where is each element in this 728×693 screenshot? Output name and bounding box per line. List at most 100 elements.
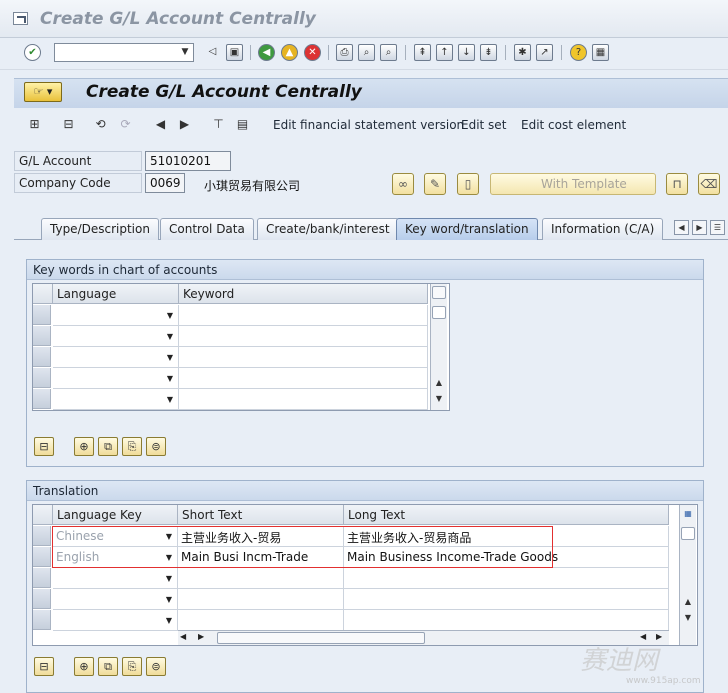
glasses-display-icon[interactable]: ∞ xyxy=(392,173,414,195)
row-selector[interactable] xyxy=(33,347,51,367)
save-icon[interactable]: ▣ xyxy=(226,44,243,61)
paste-row-icon[interactable]: ⎘ xyxy=(122,437,142,456)
create-shortcut-icon[interactable]: ↗ xyxy=(536,44,553,61)
language-cell[interactable] xyxy=(53,368,179,389)
tab-control-data[interactable]: Control Data xyxy=(160,218,254,240)
previous-page-icon[interactable]: ↑ xyxy=(436,44,453,61)
dropdown-arrow-icon[interactable]: ▼ xyxy=(164,616,174,626)
first-page-icon[interactable]: ⇞ xyxy=(414,44,431,61)
row-selector[interactable] xyxy=(33,326,51,346)
long-text-cell[interactable] xyxy=(344,568,669,589)
copy-row-icon[interactable]: ⧉ xyxy=(98,437,118,456)
vertical-scrollbar[interactable]: ▲ ▼ xyxy=(430,284,447,410)
tree-icon[interactable]: ⊟ xyxy=(60,116,77,133)
edit-cost-element-button[interactable]: Edit cost element xyxy=(521,118,626,132)
dropdown-arrow-icon[interactable]: ▼ xyxy=(164,574,174,584)
delete-row-icon[interactable]: ⊟ xyxy=(34,437,54,456)
next-page-icon[interactable]: ↓ xyxy=(458,44,475,61)
insert-row-icon[interactable]: ⊕ xyxy=(74,657,94,676)
row-selector[interactable] xyxy=(33,368,51,388)
copy-row-icon[interactable]: ⧉ xyxy=(98,657,118,676)
tab-list-icon[interactable]: ☰ xyxy=(710,220,725,235)
language-cell[interactable] xyxy=(53,305,179,326)
tab-scroll-left-icon[interactable]: ◀ xyxy=(674,220,689,235)
trash-icon[interactable]: ⌫ xyxy=(698,173,720,195)
dropdown-arrow-icon[interactable]: ▼ xyxy=(164,595,174,605)
paste-row-icon[interactable]: ⎘ xyxy=(122,657,142,676)
keyword-cell[interactable] xyxy=(179,347,428,368)
print-icon[interactable]: ⎙ xyxy=(336,44,353,61)
screen-menu-button[interactable]: ☞ ▾ xyxy=(24,82,62,102)
lock-icon[interactable]: ⊓ xyxy=(666,173,688,195)
long-text-cell[interactable] xyxy=(344,610,669,631)
enter-check-icon[interactable]: ✔ xyxy=(24,44,41,61)
chevron-down-icon[interactable]: ▼ xyxy=(178,45,192,60)
help-icon[interactable]: ? xyxy=(570,44,587,61)
edit-set-button[interactable]: Edit set xyxy=(461,118,506,132)
tab-information[interactable]: Information (C/A) xyxy=(542,218,664,240)
dropdown-arrow-icon[interactable]: ▼ xyxy=(165,395,175,405)
tab-key-word-translation[interactable]: Key word/translation xyxy=(396,218,538,240)
row-selector[interactable] xyxy=(33,568,51,588)
language-cell[interactable] xyxy=(53,389,179,410)
window-menu-icon[interactable] xyxy=(13,12,28,25)
column-config-icon[interactable]: ▦ xyxy=(681,507,695,521)
scroll-right-icon[interactable]: ▶ xyxy=(198,632,204,641)
select-all-header[interactable] xyxy=(33,284,53,304)
row-selector[interactable] xyxy=(33,589,51,609)
scroll-down-icon[interactable]: ▼ xyxy=(432,392,446,406)
scroll-down-icon[interactable]: ▼ xyxy=(681,611,695,625)
command-field[interactable]: ▼ xyxy=(54,43,194,62)
scroll-up-icon[interactable]: ▲ xyxy=(681,595,695,609)
row-selector[interactable] xyxy=(33,547,51,567)
tab-scroll-right-icon[interactable]: ▶ xyxy=(692,220,707,235)
detail-row-icon[interactable]: ⊜ xyxy=(146,657,166,676)
dropdown-arrow-icon[interactable]: ▼ xyxy=(165,353,175,363)
vertical-scrollbar[interactable]: ▦ ▲ ▼ xyxy=(679,505,696,645)
scroll-up-icon[interactable]: ▲ xyxy=(432,376,446,390)
language-key-cell[interactable] xyxy=(53,610,178,631)
exit-icon[interactable]: ▲ xyxy=(281,44,298,61)
dropdown-arrow-icon[interactable]: ▼ xyxy=(165,374,175,384)
keyword-cell[interactable] xyxy=(179,305,428,326)
new-session-icon[interactable]: ✱ xyxy=(514,44,531,61)
row-selector[interactable] xyxy=(33,305,51,325)
company-code-field[interactable]: 0069 xyxy=(145,173,185,193)
previous-icon[interactable]: ◀ xyxy=(152,116,169,133)
scroll-left-icon[interactable]: ◀ xyxy=(180,632,186,641)
back-icon[interactable]: ◀ xyxy=(258,44,275,61)
table-icon[interactable]: ⊤ xyxy=(210,116,227,133)
hierarchy-icon[interactable]: ⊞ xyxy=(26,116,43,133)
delete-row-icon[interactable]: ⊟ xyxy=(34,657,54,676)
scroll-thumb[interactable] xyxy=(217,632,425,644)
row-selector[interactable] xyxy=(33,526,51,546)
find-icon[interactable]: ⌕ xyxy=(358,44,375,61)
language-key-cell[interactable] xyxy=(53,589,178,610)
document-icon[interactable]: ▤ xyxy=(234,116,251,133)
scroll-thumb[interactable] xyxy=(681,527,695,540)
language-cell[interactable] xyxy=(53,347,179,368)
dropdown-arrow-icon[interactable]: ▼ xyxy=(165,311,175,321)
edit-fs-version-button[interactable]: Edit financial statement version xyxy=(273,118,464,132)
column-header-keyword[interactable]: Keyword xyxy=(179,284,428,304)
language-key-cell[interactable] xyxy=(53,568,178,589)
column-header-short-text[interactable]: Short Text xyxy=(178,505,344,525)
next-icon[interactable]: ▶ xyxy=(176,116,193,133)
last-page-icon[interactable]: ⇟ xyxy=(480,44,497,61)
long-text-cell[interactable] xyxy=(344,589,669,610)
find-next-icon[interactable]: ⌕ xyxy=(380,44,397,61)
keyword-cell[interactable] xyxy=(179,368,428,389)
pencil-edit-icon[interactable]: ✎ xyxy=(424,173,446,195)
with-template-button[interactable]: With Template xyxy=(490,173,656,195)
column-header-language-key[interactable]: Language Key xyxy=(53,505,178,525)
switch-icon[interactable]: ⟲ xyxy=(92,116,109,133)
tab-create-bank-interest[interactable]: Create/bank/interest xyxy=(257,218,399,240)
keyword-cell[interactable] xyxy=(179,326,428,347)
detail-row-icon[interactable]: ⊜ xyxy=(146,437,166,456)
keyword-cell[interactable] xyxy=(179,389,428,410)
row-selector[interactable] xyxy=(33,389,51,409)
insert-row-icon[interactable]: ⊕ xyxy=(74,437,94,456)
row-selector[interactable] xyxy=(33,610,51,630)
select-all-header[interactable] xyxy=(33,505,53,525)
tab-type-description[interactable]: Type/Description xyxy=(41,218,159,240)
